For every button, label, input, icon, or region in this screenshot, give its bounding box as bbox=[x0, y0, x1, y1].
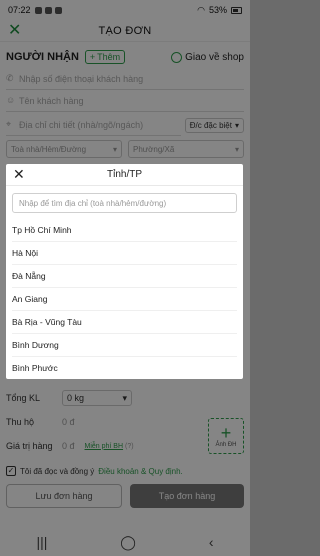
list-item[interactable]: An Giang bbox=[12, 288, 237, 311]
close-icon[interactable]: ✕ bbox=[13, 166, 25, 183]
dialog-title: Tỉnh/TP bbox=[106, 169, 142, 180]
list-item[interactable]: Bình Dương bbox=[12, 334, 237, 357]
province-picker-dialog: ✕ Tỉnh/TP Tp Hồ Chí Minh Hà Nội Đà Nẵng … bbox=[6, 164, 243, 379]
list-item[interactable]: Tp Hồ Chí Minh bbox=[12, 219, 237, 242]
list-item[interactable]: Hà Nội bbox=[12, 242, 237, 265]
province-search-input[interactable] bbox=[19, 198, 230, 208]
province-list: Tp Hồ Chí Minh Hà Nội Đà Nẵng An Giang B… bbox=[6, 219, 243, 379]
list-item[interactable]: Bình Phước bbox=[12, 357, 237, 379]
dialog-header: ✕ Tỉnh/TP bbox=[6, 164, 243, 186]
list-item[interactable]: Bà Rịa - Vũng Tàu bbox=[12, 311, 237, 334]
province-search bbox=[12, 193, 237, 213]
list-item[interactable]: Đà Nẵng bbox=[12, 265, 237, 288]
